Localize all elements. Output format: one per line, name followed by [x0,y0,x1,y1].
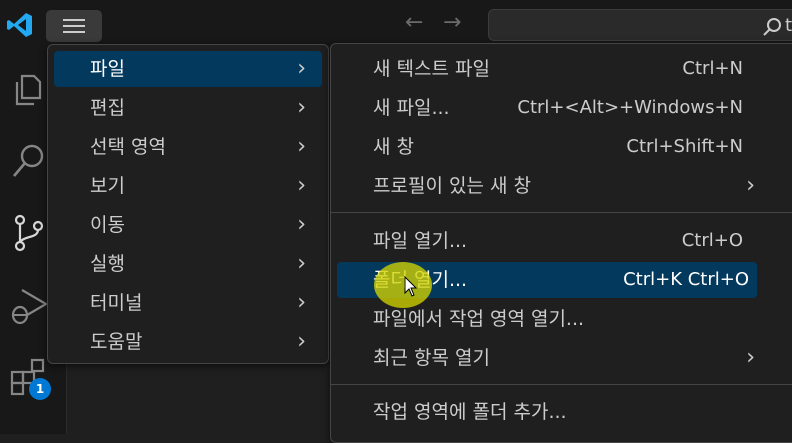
menu-item-terminal[interactable]: 터미널 › [54,285,322,321]
menu-item-new-text-file[interactable]: 새 텍스트 파일 Ctrl+N [337,51,792,87]
search-icon[interactable] [8,140,50,182]
chevron-right-icon: › [297,95,306,120]
menu-item-shortcut: Ctrl+Shift+N [626,136,743,157]
menu-item-run[interactable]: 실행 › [54,246,322,282]
menu-item-shortcut: Ctrl+N [682,58,743,79]
search-icon [763,18,781,36]
chevron-right-icon: › [297,173,306,198]
menu-button[interactable] [46,10,102,42]
menu-item-label: 최근 항목 열기 [373,347,490,369]
menu-item-new-window[interactable]: 새 창 Ctrl+Shift+N [337,129,792,165]
menu-item-label: 실행 [90,253,125,275]
menu-item-new-file[interactable]: 새 파일... Ctrl+<Alt>+Windows+N [337,90,792,126]
menu-item-label: 이동 [90,214,125,236]
search-text: t [785,15,792,36]
menu-item-label: 프로필이 있는 새 창 [373,175,531,197]
menu-item-label: 작업 영역에 폴더 추가... [373,401,567,423]
menu-item-label: 편집 [90,97,125,119]
menu-item-label: 터미널 [90,292,143,314]
source-control-icon[interactable] [8,212,50,254]
main-menu: 파일 › 편집 › 선택 영역 › 보기 › 이동 › 실행 › 터미널 › 도… [47,44,329,364]
menu-item-edit[interactable]: 편집 › [54,90,322,126]
menu-item-new-window-profile[interactable]: 프로필이 있는 새 창 › [337,168,792,204]
run-debug-icon[interactable] [8,284,50,326]
menu-separator [331,384,792,385]
menu-item-label: 새 텍스트 파일 [373,58,490,80]
menu-item-file[interactable]: 파일 › [54,51,322,87]
chevron-right-icon: › [746,173,755,198]
extensions-badge: 1 [29,378,51,400]
title-bar: ← → t [0,0,792,46]
menu-item-label: 파일 [90,58,125,80]
menu-item-add-folder-to-workspace[interactable]: 작업 영역에 폴더 추가... [337,394,792,430]
chevron-right-icon: › [746,345,755,370]
cursor-highlight [374,262,432,308]
forward-arrow-icon[interactable]: → [443,12,461,34]
chevron-right-icon: › [297,251,306,276]
chevron-right-icon: › [297,134,306,159]
chevron-right-icon: › [297,290,306,315]
menu-item-help[interactable]: 도움말 › [54,324,322,360]
menu-item-shortcut: Ctrl+<Alt>+Windows+N [517,97,743,118]
menu-item-go[interactable]: 이동 › [54,207,322,243]
menu-item-label: 도움말 [90,331,143,353]
menu-item-label: 새 파일... [373,97,450,119]
menu-separator [331,212,792,213]
menu-item-view[interactable]: 보기 › [54,168,322,204]
mouse-pointer-icon [404,276,418,297]
menu-item-shortcut: Ctrl+O [681,230,743,251]
menu-item-label: 보기 [90,175,125,197]
command-center-search[interactable]: t [488,9,792,41]
menu-item-open-file[interactable]: 파일 열기... Ctrl+O [337,223,792,259]
chevron-right-icon: › [297,329,306,354]
explorer-icon[interactable] [8,68,50,110]
menu-item-shortcut: Ctrl+K Ctrl+O [623,269,749,290]
back-arrow-icon[interactable]: ← [405,12,423,34]
file-submenu: 새 텍스트 파일 Ctrl+N 새 파일... Ctrl+<Alt>+Windo… [330,43,792,443]
menu-item-open-recent[interactable]: 최근 항목 열기 › [337,340,792,376]
menu-item-label: 선택 영역 [90,136,166,158]
menu-item-label: 새 창 [373,136,414,158]
menu-item-label: 파일 열기... [373,230,468,252]
chevron-right-icon: › [297,212,306,237]
vscode-logo-icon [7,13,32,37]
menu-item-selection[interactable]: 선택 영역 › [54,129,322,165]
chevron-right-icon: › [297,56,306,81]
